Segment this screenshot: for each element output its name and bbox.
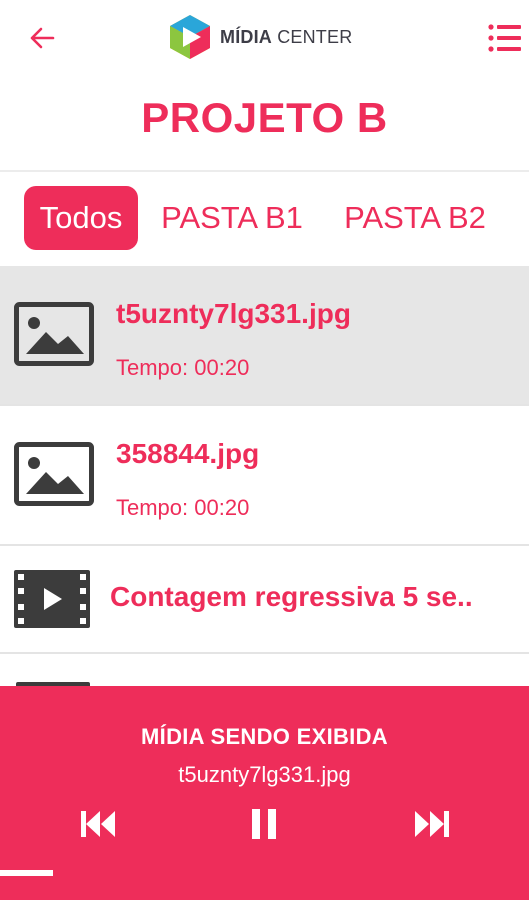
arrow-left-icon — [30, 27, 55, 49]
folder-tabs: Todos PASTA B1 PASTA B2 — [0, 186, 529, 252]
list-item[interactable]: 358844.jpg Tempo: 00:20 — [0, 406, 529, 546]
skip-next-icon — [415, 811, 449, 837]
logo-text: MÍDIA CENTER — [220, 27, 352, 48]
tab-pasta-b1[interactable]: PASTA B1 — [150, 186, 314, 250]
list-item[interactable]: Contagem regressiva 5 se.. — [0, 546, 529, 654]
progress-fill — [0, 870, 53, 876]
app-logo: MÍDIA CENTER — [168, 12, 352, 62]
divider — [0, 170, 529, 172]
skip-previous-icon — [81, 811, 115, 837]
back-button[interactable] — [22, 18, 62, 58]
media-name: t5uznty7lg331.jpg — [116, 298, 351, 329]
image-icon — [14, 302, 94, 366]
media-name: Contagem regressiva 5 se.. — [110, 581, 473, 612]
now-playing-bar: MÍDIA SENDO EXIBIDA t5uznty7lg331.jpg — [0, 686, 529, 900]
tab-pasta-b2[interactable]: PASTA B2 — [332, 186, 498, 250]
media-time: Tempo: 00:20 — [116, 495, 250, 520]
logo-play-icon — [170, 15, 210, 59]
next-button[interactable] — [408, 804, 456, 844]
pause-button[interactable] — [240, 804, 288, 844]
image-icon — [14, 442, 94, 506]
video-icon — [14, 570, 90, 628]
logo-text-regular: CENTER — [277, 26, 353, 47]
list-icon — [488, 24, 521, 52]
progress-bar[interactable] — [0, 870, 529, 876]
list-item[interactable]: t5uznty7lg331.jpg Tempo: 00:20 — [0, 266, 529, 406]
pause-icon — [252, 809, 276, 839]
logo-text-bold: MÍDIA — [220, 26, 272, 47]
tab-todos[interactable]: Todos — [24, 186, 138, 250]
media-time: Tempo: 00:20 — [116, 355, 250, 380]
menu-button[interactable] — [485, 16, 525, 60]
media-name: 358844.jpg — [116, 438, 260, 469]
previous-button[interactable] — [74, 804, 122, 844]
player-label: MÍDIA SENDO EXIBIDA — [141, 724, 388, 749]
page-title: PROJETO B — [141, 94, 388, 141]
app-header: MÍDIA CENTER — [0, 0, 529, 80]
player-current-file: t5uznty7lg331.jpg — [178, 762, 351, 787]
